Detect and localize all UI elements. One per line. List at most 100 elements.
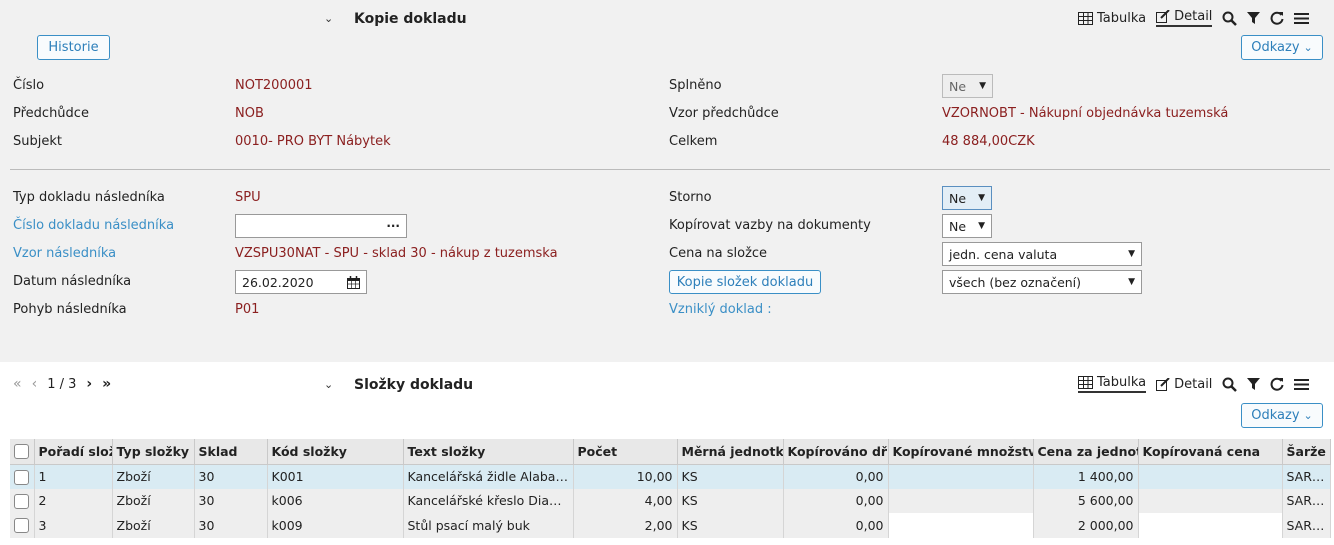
col-header[interactable]: Kopírováno dříve <box>783 439 889 465</box>
col-header[interactable]: Měrná jednotka <box>677 439 784 465</box>
tab-detail[interactable]: Detail <box>1156 9 1213 27</box>
col-header[interactable]: Kopírované množství <box>888 439 1034 465</box>
storno-select[interactable]: Ne ▼ <box>942 186 992 210</box>
col-header[interactable]: Sklad <box>194 439 268 465</box>
cell: SARZE <box>1282 513 1331 538</box>
odkazy-button-label: Odkazy <box>1251 40 1300 55</box>
filter-icon[interactable] <box>1247 377 1261 391</box>
cislo-nasl-label[interactable]: Číslo dokladu následníka <box>13 218 174 233</box>
cell: Zboží <box>112 464 195 489</box>
cell: SARZE <box>1282 488 1331 513</box>
first-page-icon[interactable]: « <box>13 376 22 392</box>
row-checkbox-cell[interactable] <box>10 488 35 513</box>
dropdown-arrow-icon: ▼ <box>1128 277 1135 287</box>
grid-tab-tabulka[interactable]: Tabulka <box>1078 375 1147 393</box>
table-row[interactable]: 3 Zboží 30 k009 Stůl psací malý buk 2,00… <box>10 513 1331 538</box>
celkem-currency: CZK <box>1008 134 1035 149</box>
kopie-slozek-button[interactable]: Kopie složek dokladu <box>669 270 821 294</box>
kopirovat-select[interactable]: Ne ▼ <box>942 214 992 238</box>
col-header[interactable]: Typ složky <box>112 439 195 465</box>
section-divider <box>10 169 1330 170</box>
pager-text: 1 / 3 <box>47 376 77 392</box>
subjekt-label: Subjekt <box>13 134 62 149</box>
refresh-icon[interactable] <box>1270 377 1284 391</box>
cell: 30 <box>194 488 268 513</box>
historie-button-label: Historie <box>48 40 99 55</box>
cell: 2 <box>34 488 113 513</box>
table-row[interactable]: 1 Zboží 30 K001 Kancelářská židle Alabam… <box>10 464 1331 489</box>
col-header[interactable]: Text složky <box>403 439 574 465</box>
col-header[interactable]: Cena za jednotku <box>1033 439 1139 465</box>
cell: 1 <box>34 464 113 489</box>
odkazy-button[interactable]: Odkazy ⌄ <box>1241 35 1323 60</box>
menu-icon[interactable] <box>1294 12 1310 25</box>
row-checkbox[interactable] <box>14 493 29 509</box>
col-header[interactable]: Kód složky <box>267 439 404 465</box>
cislo-nasl-input[interactable]: ··· <box>235 214 407 238</box>
predchudce-value: NOB <box>235 106 264 121</box>
row-checkbox[interactable] <box>14 518 29 534</box>
splneno-select-value: Ne <box>949 78 967 94</box>
select-all-checkbox[interactable] <box>14 444 29 460</box>
dropdown-arrow-icon: ▼ <box>978 221 985 231</box>
celkem-label: Celkem <box>669 134 718 149</box>
refresh-icon[interactable] <box>1270 11 1284 25</box>
cena-select[interactable]: jedn. cena valuta ▼ <box>942 242 1142 266</box>
top-toolbar: Tabulka Detail <box>1078 9 1310 27</box>
filter-icon[interactable] <box>1247 11 1261 25</box>
col-header[interactable]: Šarže <box>1282 439 1331 465</box>
prev-page-icon[interactable]: ‹ <box>32 376 38 392</box>
row-checkbox-cell[interactable] <box>10 513 35 538</box>
more-dots-icon[interactable]: ··· <box>386 219 400 233</box>
cell: 0,00 <box>783 464 889 489</box>
table-header-row: Pořadí složky Typ složky Sklad Kód složk… <box>10 439 1331 465</box>
editable-cell[interactable] <box>888 488 1034 513</box>
tab-tabulka-label: Tabulka <box>1097 10 1147 26</box>
cell: 0,00 <box>783 488 889 513</box>
vznikly-label[interactable]: Vzniklý doklad : <box>669 302 772 317</box>
cell: Stůl psací malý buk <box>403 513 574 538</box>
cell: KS <box>677 513 784 538</box>
cell: KS <box>677 488 784 513</box>
splneno-label: Splněno <box>669 78 722 93</box>
last-page-icon[interactable]: » <box>102 376 111 392</box>
grid-collapse-chevron-icon[interactable]: ⌄ <box>324 377 333 392</box>
editable-cell[interactable] <box>888 513 1034 538</box>
kopie-select[interactable]: všech (bez označení) ▼ <box>942 270 1142 294</box>
calendar-icon[interactable] <box>347 275 360 289</box>
cell: 1 400,00 <box>1033 464 1139 489</box>
table-row[interactable]: 2 Zboží 30 k006 Kancelářské křeslo Diamo… <box>10 488 1331 513</box>
col-header[interactable]: Kopírovaná cena <box>1138 439 1283 465</box>
grid-odkazy-button[interactable]: Odkazy ⌄ <box>1241 403 1323 428</box>
select-all-cell[interactable] <box>10 439 35 465</box>
historie-button[interactable]: Historie <box>37 35 110 60</box>
menu-icon[interactable] <box>1294 378 1310 391</box>
next-page-icon[interactable]: › <box>86 376 92 392</box>
edit-icon <box>1156 10 1170 23</box>
datum-input[interactable]: 26.02.2020 <box>235 270 367 294</box>
search-icon[interactable] <box>1222 11 1238 26</box>
row-checkbox-cell[interactable] <box>10 464 35 489</box>
grid-tab-detail[interactable]: Detail <box>1156 377 1212 392</box>
editable-cell[interactable] <box>1138 488 1283 513</box>
cell: K001 <box>267 464 404 489</box>
editable-cell[interactable] <box>1138 513 1283 538</box>
pohyb-label: Pohyb následníka <box>13 302 127 317</box>
col-header[interactable]: Pořadí složky <box>34 439 113 465</box>
row-checkbox[interactable] <box>14 469 29 485</box>
search-icon[interactable] <box>1222 377 1238 392</box>
collapse-chevron-icon[interactable]: ⌄ <box>324 11 333 26</box>
tab-tabulka[interactable]: Tabulka <box>1078 11 1146 26</box>
vzor-nasl-label[interactable]: Vzor následníka <box>13 246 116 261</box>
pohyb-value: P01 <box>235 302 260 317</box>
editable-cell[interactable] <box>1138 464 1283 489</box>
vzor-predchudce-label: Vzor předchůdce <box>669 106 779 121</box>
edit-icon <box>1156 377 1170 391</box>
col-header[interactable]: Počet <box>573 439 678 465</box>
subjekt-value: 0010- PRO BYT Nábytek <box>235 134 391 149</box>
grid-odkazy-button-label: Odkazy <box>1251 408 1300 423</box>
vzor-predchudce-value: VZORNOBT - Nákupní objednávka tuzemská <box>942 106 1228 121</box>
kopie-select-value: všech (bez označení) <box>949 274 1082 290</box>
cell: k006 <box>267 488 404 513</box>
editable-cell[interactable] <box>888 464 1034 489</box>
